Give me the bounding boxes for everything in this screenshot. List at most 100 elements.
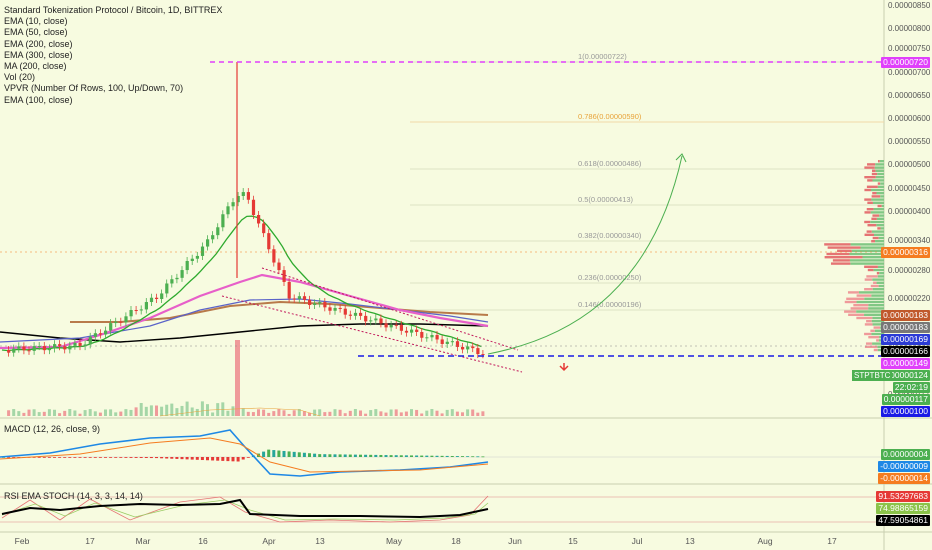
price-tick-label: 0.00000800 (888, 24, 931, 33)
fib-level-label: 0.382(0.00000340) (578, 231, 642, 240)
vpvr-down-bar (877, 182, 881, 185)
vpvr-up-bar (879, 272, 884, 275)
volume-bar (369, 410, 373, 416)
vpvr-down-bar (846, 297, 865, 300)
candle-body (139, 309, 143, 311)
stoch-k-tag: 91.53297683 (876, 491, 930, 502)
symbol-title[interactable]: Standard Tokenization Protocol / Bitcoin… (4, 5, 222, 16)
vpvr-up-bar (876, 224, 884, 227)
vpvr-up-bar (881, 204, 884, 208)
vpvr-down-bar (867, 224, 877, 227)
indicator-ema300[interactable]: EMA (300, close) (4, 50, 222, 61)
volume-bar (22, 412, 26, 416)
vpvr-down-bar (856, 294, 872, 297)
vpvr-up-bar (850, 243, 884, 246)
stoch-d-tag: 74.98865159 (876, 503, 930, 514)
volume-bar (104, 409, 107, 416)
price-tick-label: 0.00000220 (888, 294, 931, 303)
volume-bar (42, 411, 46, 416)
time-tick-label: 18 (451, 536, 461, 546)
volume-bar (420, 413, 424, 416)
candle-body (149, 297, 154, 303)
volume-bar (399, 412, 403, 416)
vpvr-up-bar (868, 304, 884, 307)
macd-hist-bar (47, 457, 51, 458)
candle-body (359, 312, 363, 316)
fibonacci-retracement[interactable]: 1(0.00000722) 0.786(0.00000590) 0.618(0.00… (410, 52, 884, 311)
vpvr-down-bar (872, 169, 876, 172)
volume-bar (98, 412, 102, 416)
volume-bar (200, 401, 204, 416)
macd-hist-bar (343, 454, 347, 457)
time-axis[interactable]: Feb 17 Mar 16 Apr 13 May 18 Jun 15 Jul 13 Aug 17 (15, 536, 837, 546)
candle-body (7, 350, 11, 353)
candle-body (267, 233, 271, 250)
vpvr-down-bar (871, 240, 876, 243)
volume-bar (144, 406, 148, 416)
vpvr-down-bar (864, 211, 871, 214)
volume-bar (226, 410, 230, 416)
volume-bar (78, 413, 82, 416)
indicator-ema200[interactable]: EMA (200, close) (4, 39, 222, 50)
candle-body (313, 303, 317, 305)
rsi-line (1, 498, 489, 519)
price-tag-ema300: 0.00000166 (881, 346, 930, 357)
candle-body (399, 324, 403, 331)
macd-hist-bar (450, 455, 454, 457)
projection-arrow[interactable] (487, 155, 683, 355)
vpvr-down-bar (870, 284, 879, 288)
candle-body (47, 348, 52, 351)
vpvr-up-bar (849, 252, 884, 256)
macd-hist-bar (149, 457, 153, 459)
macd-hist-bar (190, 457, 194, 460)
vpvr-up-bar (879, 160, 884, 163)
volume-bar (109, 409, 113, 416)
candle-body (348, 314, 352, 316)
macd-hist-bar (348, 454, 352, 457)
vpvr-down-bar (872, 214, 880, 217)
vpvr-up-bar (849, 259, 884, 262)
macd-hist-bar (272, 450, 276, 457)
chart-legend: Standard Tokenization Protocol / Bitcoin… (4, 5, 222, 106)
vpvr-up-bar (880, 195, 884, 198)
volume-bar (389, 409, 393, 416)
macd-hist-bar (124, 457, 128, 458)
vpvr-down-bar (867, 179, 873, 182)
candle-body (440, 339, 444, 344)
volume-bar (292, 410, 296, 416)
vpvr-up-bar (864, 297, 884, 300)
vpvr-down-bar (873, 281, 877, 284)
volume-bar (231, 406, 235, 416)
macd-label[interactable]: MACD (12, 26, close, 9) (4, 424, 100, 434)
candle-body (165, 283, 169, 294)
volume-bar (149, 405, 153, 416)
indicator-ema50[interactable]: EMA (50, close) (4, 27, 222, 38)
macd-hist-bar (226, 457, 230, 462)
candle-body (374, 318, 378, 321)
price-tag-ema50: 0.00000149 (881, 358, 930, 369)
candle-body (389, 324, 393, 328)
indicator-vpvr[interactable]: VPVR (Number Of Rows, 100, Up/Down, 70) (4, 83, 222, 94)
candle-body (206, 239, 210, 247)
candle-body (353, 312, 358, 316)
candle-body (282, 270, 286, 282)
indicator-ema10[interactable]: EMA (10, close) (4, 16, 222, 27)
indicator-volume[interactable]: Vol (20) (4, 72, 222, 83)
vpvr-up-bar (878, 236, 884, 240)
vpvr-up-bar (851, 249, 884, 252)
candle-body (190, 258, 194, 262)
time-tick-label: Jul (632, 536, 643, 546)
vpvr-down-bar (871, 217, 877, 220)
macd-hist-bar (333, 454, 337, 457)
volume-bar (180, 405, 184, 416)
macd-signal-tag: -0.00000014 (878, 473, 930, 484)
indicator-ma200[interactable]: MA (200, close) (4, 61, 222, 72)
macd-hist-bar (236, 457, 240, 462)
volume-bar (27, 409, 31, 416)
indicator-ema100[interactable]: EMA (100, close) (4, 95, 222, 106)
price-tick-label: 0.00000850 (888, 1, 931, 10)
rsi-label[interactable]: RSI EMA STOCH (14, 3, 3, 14, 14) (4, 491, 143, 501)
vpvr-up-bar (877, 185, 884, 188)
macd-hist-bar (42, 457, 46, 458)
vpvr-up-bar (850, 262, 884, 265)
